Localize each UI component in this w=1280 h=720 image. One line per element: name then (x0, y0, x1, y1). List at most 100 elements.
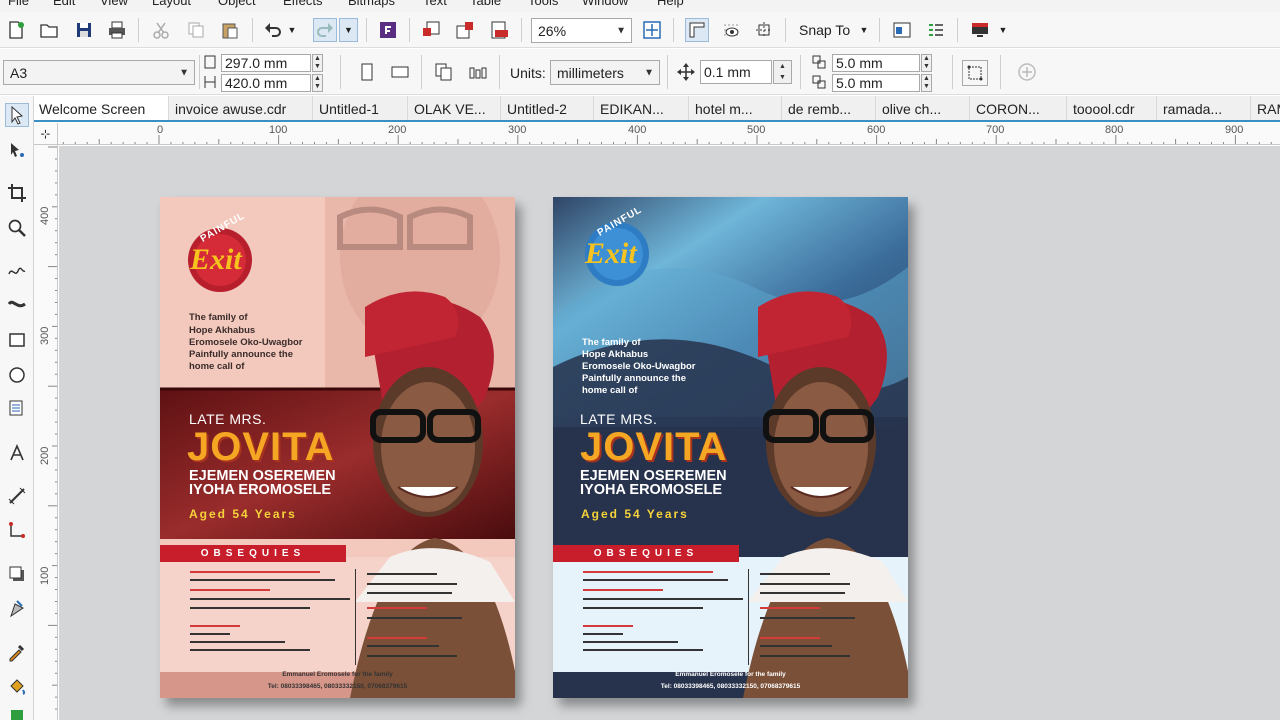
save-icon[interactable] (73, 19, 95, 41)
undo-icon[interactable] (262, 19, 284, 41)
flyer-navy[interactable]: PAINFUL Exit The family of Hope Akhabus … (553, 197, 908, 698)
artistic-media-icon[interactable] (5, 292, 29, 316)
shape-tool-icon[interactable] (5, 138, 29, 162)
export-icon[interactable] (454, 19, 476, 41)
ellipse-tool-icon[interactable] (5, 363, 29, 387)
crop-tool-icon[interactable] (5, 181, 29, 205)
menu-effects[interactable]: Effects (283, 0, 323, 8)
text-line (760, 583, 850, 585)
menu-text[interactable]: Text (423, 0, 447, 8)
menu-table[interactable]: Table (470, 0, 501, 8)
tab-olive-ch[interactable]: olive ch... (877, 96, 970, 120)
page-size-dropdown[interactable]: A3 ▼ (3, 60, 195, 85)
smart-fill-icon[interactable] (5, 704, 29, 720)
separator (499, 55, 500, 89)
open-folder-icon[interactable] (38, 19, 60, 41)
guidelines-icon[interactable] (753, 19, 775, 41)
redo-dropdown-icon[interactable]: ▼ (339, 18, 358, 42)
tab-edikan[interactable]: EDIKAN... (595, 96, 689, 120)
drawing-canvas[interactable]: PAINFUL Exit The family of Hope Akhabus … (59, 146, 1280, 720)
eyedropper-icon[interactable] (5, 640, 29, 664)
rectangle-tool-icon[interactable] (5, 328, 29, 352)
snap-to-dropdown-icon[interactable]: ▼ (857, 19, 871, 41)
page-width-spinner[interactable]: ▲ ▼ (312, 54, 323, 72)
ruler-origin[interactable]: ⊹ (34, 123, 58, 145)
redo-icon[interactable] (313, 18, 337, 42)
menu-bitmaps[interactable]: Bitmaps (348, 0, 395, 8)
duplicate-y-spinner[interactable]: ▲ ▼ (921, 74, 932, 92)
ruler-mark: 200 (388, 124, 407, 136)
publish-pdf-icon[interactable] (488, 19, 510, 41)
paste-icon[interactable] (219, 19, 241, 41)
polygon-tool-icon[interactable] (5, 396, 29, 420)
import-icon[interactable] (420, 19, 442, 41)
connector-tool-icon[interactable] (5, 518, 29, 542)
duplicate-x-spinner[interactable]: ▲ ▼ (921, 54, 932, 72)
zoom-level-dropdown[interactable]: 26% ▼ (531, 18, 632, 43)
show-rulers-icon[interactable] (685, 18, 709, 42)
landscape-icon[interactable] (388, 60, 412, 84)
tab-ramada[interactable]: ramada... (1158, 96, 1251, 120)
copy-icon[interactable] (185, 19, 207, 41)
duplicate-distance-x-field[interactable]: 5.0 mm (832, 54, 920, 72)
tab-untitled-1[interactable]: Untitled-1 (314, 96, 408, 120)
tab-ram[interactable]: RAM (1252, 96, 1280, 120)
menu-view[interactable]: View (100, 0, 128, 8)
welcome-screen-icon[interactable] (891, 19, 913, 41)
pick-tool-icon[interactable] (5, 103, 29, 127)
print-icon[interactable] (106, 19, 128, 41)
snap-to-button[interactable]: Snap To (799, 22, 850, 38)
tab-tooool[interactable]: tooool.cdr (1068, 96, 1157, 120)
portrait-icon[interactable] (355, 60, 379, 84)
flyer-pink[interactable]: PAINFUL Exit The family of Hope Akhabus … (160, 197, 515, 698)
tab-hotel-m[interactable]: hotel m... (690, 96, 782, 120)
tab-untitled-2[interactable]: Untitled-2 (502, 96, 594, 120)
ruler-mark: 100 (39, 566, 51, 585)
search-content-icon[interactable] (377, 19, 399, 41)
treat-as-filled-icon[interactable] (962, 60, 988, 86)
application-launcher-icon[interactable] (969, 19, 991, 41)
nudge-distance-field[interactable]: 0.1 mm (700, 60, 772, 84)
horizontal-ruler[interactable]: 0 100 200 300 400 500 600 700 800 900 (58, 123, 1280, 145)
menu-object[interactable]: Object (218, 0, 256, 8)
options-icon[interactable] (925, 19, 947, 41)
menu-help[interactable]: Help (657, 0, 684, 8)
tab-olak-ve[interactable]: OLAK VE... (409, 96, 501, 120)
transparency-icon[interactable] (5, 596, 29, 620)
obsequies-banner: OBSEQUIES (160, 545, 346, 562)
menu-edit[interactable]: Edit (53, 0, 75, 8)
tab-invoice-awuse[interactable]: invoice awuse.cdr (170, 96, 313, 120)
freehand-tool-icon[interactable] (5, 258, 29, 282)
undo-dropdown-icon[interactable]: ▼ (286, 19, 298, 41)
current-page-icon[interactable] (466, 60, 490, 84)
all-pages-icon[interactable] (432, 60, 456, 84)
menu-file[interactable]: File (8, 0, 29, 8)
chevron-down-icon: ▼ (179, 67, 189, 78)
new-document-icon[interactable] (5, 19, 27, 41)
full-screen-preview-icon[interactable] (641, 19, 663, 41)
tab-coron[interactable]: CORON... (971, 96, 1067, 120)
duplicate-distance-y-field[interactable]: 5.0 mm (832, 74, 920, 92)
first-name-text: JOVITA (187, 425, 335, 469)
zoom-tool-icon[interactable] (5, 216, 29, 240)
page-height-field[interactable]: 420.0 mm (221, 74, 311, 92)
vertical-ruler[interactable]: 400 300 200 100 (34, 145, 58, 720)
units-dropdown[interactable]: millimeters ▼ (550, 60, 660, 85)
menu-window[interactable]: Window (582, 0, 628, 8)
separator (1000, 55, 1001, 89)
menu-tools[interactable]: Tools (528, 0, 558, 8)
show-grid-icon[interactable] (720, 19, 742, 41)
parallel-dimension-icon[interactable] (5, 484, 29, 508)
text-tool-icon[interactable] (5, 441, 29, 465)
tab-de-remb[interactable]: de remb... (783, 96, 876, 120)
nudge-spinner[interactable]: ▲ ▼ (773, 60, 792, 84)
tab-welcome-screen[interactable]: Welcome Screen (34, 96, 169, 120)
page-height-spinner[interactable]: ▲ ▼ (312, 74, 323, 92)
add-icon[interactable] (1015, 60, 1039, 84)
interactive-fill-icon[interactable] (5, 674, 29, 698)
menu-layout[interactable]: Layout (152, 0, 191, 8)
drop-shadow-icon[interactable] (5, 562, 29, 586)
page-width-field[interactable]: 297.0 mm (221, 54, 311, 72)
cut-icon[interactable] (150, 19, 172, 41)
launcher-dropdown-icon[interactable]: ▼ (996, 19, 1010, 41)
